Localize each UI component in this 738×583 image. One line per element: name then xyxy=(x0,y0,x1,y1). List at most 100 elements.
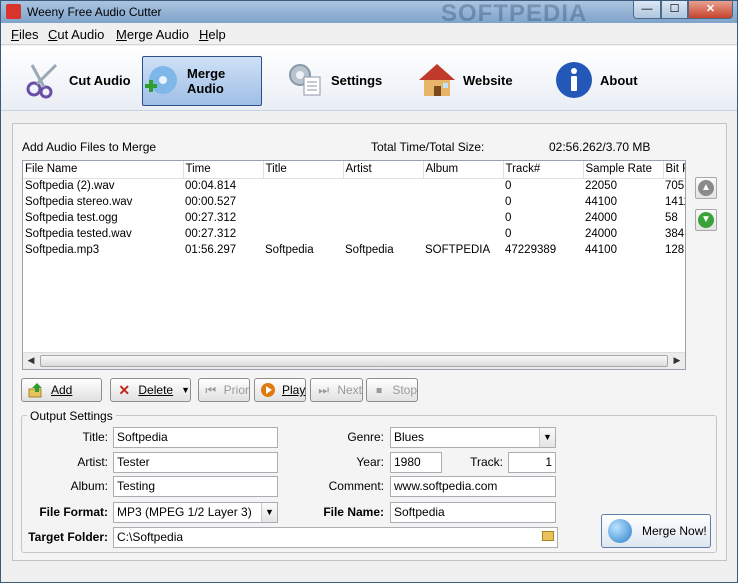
column-header[interactable]: Bit R xyxy=(663,161,685,179)
column-header[interactable]: File Name xyxy=(23,161,184,179)
next-button[interactable]: ⏭ Next xyxy=(310,378,363,402)
table-cell: 384 xyxy=(665,228,685,240)
file-format-select[interactable]: MP3 (MPEG 1/2 Layer 3) ▼ xyxy=(113,502,278,523)
column-header[interactable]: Artist xyxy=(343,161,424,179)
dropdown-arrow-icon[interactable]: ▼ xyxy=(181,385,190,395)
table-cell: Softpedia tested.wav xyxy=(25,228,132,240)
table-cell: 24000 xyxy=(585,228,617,240)
table-cell: 44100 xyxy=(585,196,617,208)
move-down-button[interactable]: ▼ xyxy=(695,209,717,231)
track-field[interactable]: 1 xyxy=(508,452,556,473)
settings-button[interactable]: Settings xyxy=(285,54,385,106)
table-cell: 00:04.814 xyxy=(185,180,237,193)
column-header[interactable]: Time xyxy=(183,161,264,179)
scroll-left-icon[interactable]: ◀ xyxy=(25,355,37,366)
about-button[interactable]: About xyxy=(554,54,644,106)
table-cell: 47229389 xyxy=(505,244,557,256)
table-cell xyxy=(263,194,343,210)
play-button[interactable]: Play xyxy=(254,378,306,402)
delete-label: Delete xyxy=(138,383,174,397)
stop-button[interactable]: ⏹ Stop xyxy=(366,378,418,402)
table-cell: Softpedia stereo.wav xyxy=(25,196,133,208)
comment-label: Comment: xyxy=(328,479,384,493)
delete-button[interactable]: ✕ Delete ▼ xyxy=(110,378,191,402)
table-cell xyxy=(343,178,423,194)
album-field[interactable]: Testing xyxy=(113,476,278,497)
cut-audio-label: Cut Audio xyxy=(69,72,131,88)
scissors-icon xyxy=(23,60,63,100)
table-row[interactable]: Softpedia.mp3 01:56.297 Softpedia Softpe… xyxy=(23,242,685,258)
cut-audio-button[interactable]: Cut Audio xyxy=(23,54,135,106)
stop-icon: ⏹ xyxy=(376,382,383,397)
merge-now-button[interactable]: Merge Now! xyxy=(601,514,711,548)
table-cell: 705 xyxy=(665,180,685,193)
table-row[interactable]: Softpedia (2).wav 00:04.814 0 22050 705 xyxy=(23,178,685,194)
column-header[interactable]: Sample Rate xyxy=(583,161,664,179)
table-cell: Softpedia xyxy=(265,244,314,256)
menu-merge-audio[interactable]: Merge Audio xyxy=(116,27,189,42)
info-icon xyxy=(554,60,594,100)
table-row[interactable]: Softpedia tested.wav 00:27.312 0 24000 3… xyxy=(23,226,685,242)
genre-value: Blues xyxy=(394,430,425,444)
merge-disc-icon xyxy=(608,519,632,543)
chevron-down-icon[interactable]: ▼ xyxy=(539,428,555,447)
target-folder-field[interactable]: C:\Softpedia xyxy=(113,527,558,548)
total-value: 02:56.262/3.70 MB xyxy=(549,140,651,154)
audio-file-list[interactable]: File Name Time Title Artist Album Track#… xyxy=(22,160,686,370)
column-header[interactable]: Album xyxy=(423,161,504,179)
table-cell xyxy=(343,194,423,210)
genre-select[interactable]: Blues ▼ xyxy=(390,427,556,448)
scroll-right-icon[interactable]: ▶ xyxy=(671,355,683,366)
menu-help[interactable]: Help xyxy=(199,27,226,42)
table-cell xyxy=(423,210,503,226)
menu-files[interactable]: Files xyxy=(11,27,38,42)
artist-label: Artist: xyxy=(77,455,108,469)
website-label: Website xyxy=(463,72,513,88)
arrow-up-icon: ▲ xyxy=(698,180,714,196)
file-name-field[interactable]: Softpedia xyxy=(390,502,556,523)
app-window: Weeny Free Audio Cutter SOFTPEDIA — ☐ ✕ … xyxy=(0,0,738,583)
table-cell: Softpedia.mp3 xyxy=(25,244,100,256)
column-header[interactable]: Track# xyxy=(503,161,584,179)
title-field[interactable]: Softpedia xyxy=(113,427,278,448)
genre-label: Genre: xyxy=(347,430,384,444)
file-name-label: File Name: xyxy=(323,505,384,519)
prior-button[interactable]: ⏮ Prior xyxy=(198,378,250,402)
scrollbar-thumb[interactable] xyxy=(40,355,668,367)
table-cell xyxy=(263,226,343,242)
play-label: Play xyxy=(282,383,306,397)
column-header[interactable]: Title xyxy=(263,161,344,179)
website-button[interactable]: Website xyxy=(417,54,517,106)
title-bar: Weeny Free Audio Cutter SOFTPEDIA — ☐ ✕ xyxy=(1,0,737,27)
add-button[interactable]: Add xyxy=(21,378,102,402)
comment-field[interactable]: www.softpedia.com xyxy=(390,476,556,497)
add-file-icon xyxy=(27,381,45,399)
play-icon xyxy=(260,381,276,399)
folder-icon[interactable] xyxy=(542,531,554,541)
output-settings-title: Output Settings xyxy=(27,409,116,423)
table-cell: 0 xyxy=(505,228,512,240)
main-toolbar: Cut Audio Merge Audio Settings Website A… xyxy=(1,46,737,111)
table-cell: 1411 xyxy=(665,196,685,208)
target-folder-value: C:\Softpedia xyxy=(117,530,184,544)
table-row[interactable]: Softpedia test.ogg 00:27.312 0 24000 58 xyxy=(23,210,685,226)
menu-cut-audio[interactable]: Cut Audio xyxy=(48,27,104,42)
artist-field[interactable]: Tester xyxy=(113,452,278,473)
table-cell: 00:27.312 xyxy=(185,228,237,240)
file-format-value: MP3 (MPEG 1/2 Layer 3) xyxy=(117,505,252,519)
horizontal-scrollbar[interactable]: ◀ ▶ xyxy=(23,352,685,369)
maximize-button[interactable]: ☐ xyxy=(661,1,688,19)
chevron-down-icon[interactable]: ▼ xyxy=(261,503,277,522)
next-icon: ⏭ xyxy=(318,382,330,397)
move-up-button[interactable]: ▲ xyxy=(695,177,717,199)
merge-audio-button[interactable]: Merge Audio xyxy=(142,56,262,106)
table-cell: SOFTPEDIA xyxy=(425,244,491,256)
table-cell xyxy=(343,226,423,242)
target-folder-label: Target Folder: xyxy=(28,530,108,544)
minimize-button[interactable]: — xyxy=(633,1,661,19)
year-field[interactable]: 1980 xyxy=(390,452,442,473)
delete-x-icon: ✕ xyxy=(118,381,131,398)
file-format-label: File Format: xyxy=(39,505,108,519)
table-row[interactable]: Softpedia stereo.wav 00:00.527 0 44100 1… xyxy=(23,194,685,210)
close-button[interactable]: ✕ xyxy=(688,1,733,19)
